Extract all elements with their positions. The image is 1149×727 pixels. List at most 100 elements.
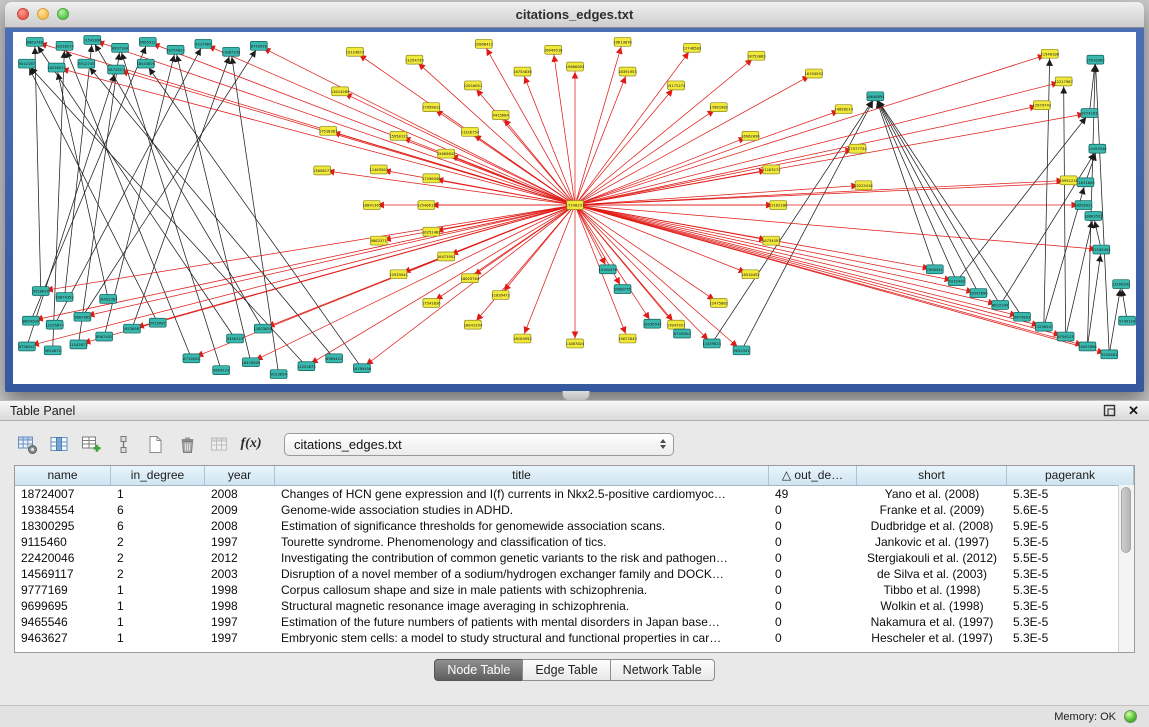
close-button[interactable] — [17, 8, 29, 20]
graph-node[interactable]: 16949510 — [544, 45, 563, 54]
graph-node[interactable]: 18391953 — [618, 67, 637, 76]
graph-node[interactable]: 11631805 — [1076, 178, 1095, 187]
graph-node[interactable]: 17081983 — [709, 103, 728, 112]
graph-node[interactable]: 8796123 — [1057, 332, 1074, 341]
graph-node[interactable]: 11542096 — [83, 35, 102, 44]
graph-node[interactable]: 8612345 — [992, 300, 1009, 309]
graph-node[interactable]: 16194552 — [805, 69, 824, 78]
graph-node[interactable]: 10457896 — [1078, 342, 1097, 351]
graph-node[interactable]: 11254739 — [405, 55, 424, 64]
graph-node[interactable]: 9234561 — [1101, 350, 1118, 359]
graph-node[interactable]: 9542187 — [18, 59, 35, 68]
graph-node[interactable]: 12933541 — [389, 270, 408, 279]
graph-node[interactable]: 10473952 — [437, 252, 456, 261]
graph-node[interactable]: 8712654 — [183, 354, 200, 363]
graph-node[interactable]: 15950123 — [389, 131, 408, 140]
graph-node[interactable]: 16962096 — [741, 131, 760, 140]
table-row[interactable]: 1830029562008Estimation of significance … — [15, 518, 1134, 534]
graph-node[interactable]: 15951238 — [1059, 176, 1078, 185]
select-columns-icon[interactable] — [46, 431, 72, 457]
graph-node[interactable]: 10874352 — [55, 293, 74, 302]
vertical-scrollbar[interactable] — [1118, 485, 1134, 652]
graph-node[interactable]: 8912745 — [78, 59, 95, 68]
graph-node[interactable]: 10236547 — [643, 319, 662, 328]
citation-network-graph[interactable]: 1724023112162186111632741696209617081983… — [13, 32, 1136, 384]
graph-node[interactable]: 9217465 — [195, 39, 212, 48]
graph-node[interactable]: 10734591 — [762, 236, 781, 245]
graph-node[interactable]: 12103454 — [1092, 245, 1111, 254]
graph-node[interactable]: 11236547 — [1035, 322, 1054, 331]
graph-node[interactable]: 17541836 — [422, 298, 441, 307]
graph-node[interactable]: 17047921 — [667, 320, 686, 329]
graph-node[interactable]: 16510492 — [741, 270, 760, 279]
graph-node[interactable]: 9510624 — [32, 287, 49, 296]
graph-node[interactable]: 16648894 — [866, 92, 885, 101]
function-builder-icon[interactable]: f(x) — [238, 431, 264, 457]
graph-node[interactable]: 11542873 — [69, 340, 88, 349]
graph-node[interactable]: 9988776 — [614, 285, 631, 294]
graph-node[interactable]: 9274183 — [1081, 109, 1098, 118]
column-header[interactable]: pagerank — [1007, 466, 1134, 485]
zoom-button[interactable] — [57, 8, 69, 20]
table-row[interactable]: 1456911722003Disruption of a novel membe… — [15, 566, 1134, 582]
graph-node[interactable]: 11254873 — [297, 362, 316, 371]
column-settings-icon[interactable] — [14, 431, 40, 457]
graph-node[interactable]: 12610651 — [464, 81, 483, 90]
graph-node[interactable]: 8965412 — [326, 354, 343, 363]
graph-node[interactable]: 10478569 — [242, 358, 261, 367]
graph-node[interactable]: 9745120 — [1119, 316, 1136, 325]
graph-node[interactable]: 11463562 — [369, 165, 388, 174]
graph-node[interactable]: 9652341 — [733, 346, 750, 355]
graph-node[interactable]: 11459823 — [702, 339, 721, 348]
graph-node[interactable]: 11548108 — [1040, 49, 1059, 58]
graph-node[interactable]: 10236987 — [123, 324, 142, 333]
graph-node[interactable]: 9415684 — [492, 111, 509, 120]
graph-node[interactable]: 16251483 — [422, 227, 441, 236]
graph-node[interactable]: 15660842 — [437, 149, 456, 158]
table-row[interactable]: 969969511998Structural magnetic resonanc… — [15, 598, 1134, 614]
graph-node[interactable]: 15172274 — [667, 81, 686, 90]
graph-node[interactable]: 15910362 — [1086, 55, 1105, 64]
graph-node[interactable]: 9862371 — [370, 236, 387, 245]
graph-node[interactable]: 11087024 — [566, 339, 585, 348]
tab-node-table[interactable]: Node Table — [434, 659, 523, 681]
graph-node[interactable]: 12475083 — [709, 298, 728, 307]
column-header[interactable]: name — [15, 466, 111, 485]
column-header[interactable]: △ out_de… — [769, 466, 857, 485]
graph-node[interactable]: 8745961 — [674, 329, 691, 338]
graph-node[interactable]: 10318274 — [55, 41, 74, 50]
float-panel-icon[interactable] — [1102, 404, 1116, 418]
table-row[interactable]: 946362711997Embryonic stem cells: a mode… — [15, 630, 1134, 646]
column-header[interactable]: title — [275, 466, 769, 485]
graph-node[interactable]: 11316754 — [461, 127, 480, 136]
table-row[interactable]: 2242004622012Investigating the contribut… — [15, 550, 1134, 566]
graph-node[interactable]: 9874563 — [1014, 312, 1031, 321]
graph-node[interactable]: 13058271 — [313, 166, 332, 175]
graph-node[interactable]: 13160542 — [1112, 280, 1131, 289]
graph-node[interactable]: 12748503 — [683, 43, 702, 52]
network-view[interactable]: 1724023112162186111632741696209617081983… — [13, 32, 1136, 384]
graph-node[interactable]: 11023654 — [253, 324, 272, 333]
graph-node[interactable]: 11163274 — [762, 165, 781, 174]
close-panel-icon[interactable]: ✕ — [1128, 404, 1139, 418]
graph-node[interactable]: 10958321 — [1074, 201, 1093, 210]
table-row[interactable]: 977716911998Corpus callosum shape and si… — [15, 582, 1134, 598]
graph-node[interactable]: 15124873 — [346, 47, 365, 56]
table-row[interactable]: 1938455462009Genome-wide association stu… — [15, 502, 1134, 518]
graph-node[interactable]: 7896541 — [926, 265, 943, 274]
graph-node[interactable]: 16041294 — [464, 320, 483, 329]
graph-node[interactable]: 14453540 — [1088, 144, 1107, 153]
window-titlebar[interactable]: citations_edges.txt — [5, 2, 1144, 28]
graph-node[interactable]: 9123654 — [270, 370, 287, 379]
table-row[interactable]: 911546021997Tourette syndrome. Phenomeno… — [15, 534, 1134, 550]
table-selector-dropdown[interactable]: citations_edges.txt — [284, 433, 674, 456]
graph-node[interactable]: 12540613 — [417, 201, 436, 210]
graph-node[interactable]: 22068412 — [474, 39, 493, 48]
graph-node[interactable]: 11235874 — [45, 320, 64, 329]
graph-node[interactable]: 17999012 — [422, 103, 441, 112]
graph-node[interactable]: 18023764 — [461, 274, 480, 283]
delete-icon[interactable] — [174, 431, 200, 457]
column-header[interactable]: year — [205, 466, 275, 485]
graph-node[interactable]: 18753083 — [747, 51, 766, 60]
graph-node[interactable]: 9874321 — [108, 65, 125, 74]
